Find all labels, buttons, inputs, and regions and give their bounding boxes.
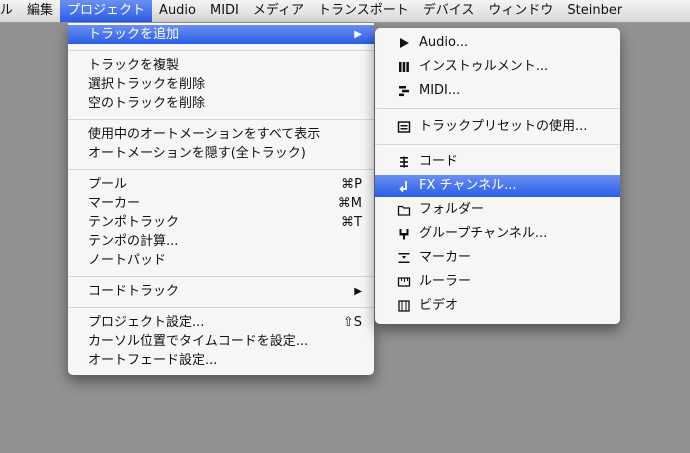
submenu-item-label: インストゥルメント... xyxy=(419,59,549,74)
menubar-item-window[interactable]: ウィンドウ xyxy=(481,0,560,22)
fx-channel-icon xyxy=(399,181,407,193)
submenu-item-label: マーカー xyxy=(419,250,472,265)
menubar-item-devices[interactable]: デバイス xyxy=(416,0,482,22)
menu-item-show-used-automation[interactable]: 使用中のオートメーションをすべて表示 xyxy=(68,125,374,144)
submenu-item-label: フォルダー xyxy=(419,202,485,217)
menu-item-tempo-calculator[interactable]: テンポの計算... xyxy=(68,232,374,251)
menu-bar: ル 編集 プロジェクト Audio MIDI メディア トランスポート デバイス… xyxy=(0,0,690,23)
chord-icon xyxy=(400,156,408,168)
menu-separator xyxy=(68,169,374,170)
submenu-item-label: トラックプリセットの使用... xyxy=(419,119,588,134)
submenu-item-midi[interactable]: MIDI... xyxy=(375,80,620,102)
menubar-item-steinberg[interactable]: Steinber xyxy=(560,0,629,22)
ruler-icon xyxy=(397,277,411,287)
menubar-item-media[interactable]: メディア xyxy=(246,0,311,22)
submenu-item-instrument[interactable]: インストゥルメント... xyxy=(375,56,620,78)
menubar-item-edit[interactable]: 編集 xyxy=(20,0,60,22)
menu-shortcut: ⇧S xyxy=(342,315,362,330)
menu-separator xyxy=(375,108,620,109)
submenu-item-label: コード xyxy=(419,154,459,169)
menu-separator xyxy=(68,276,374,277)
menu-item-tempo-track[interactable]: テンポトラック ⌘T xyxy=(68,213,374,232)
menu-separator xyxy=(68,307,374,308)
submenu-item-marker[interactable]: マーカー xyxy=(375,247,620,269)
menu-item-label: トラックを追加 xyxy=(88,27,180,42)
menu-item-label: プール xyxy=(88,177,128,192)
add-track-submenu: Audio... インストゥルメント... MIDI... トラックプリセットの… xyxy=(375,28,620,324)
menu-item-add-track[interactable]: トラックを追加 ▶ xyxy=(68,25,374,44)
submenu-item-audio[interactable]: Audio... xyxy=(375,32,620,54)
menubar-item-transport[interactable]: トランスポート xyxy=(311,0,416,22)
menubar-item-project[interactable]: プロジェクト xyxy=(60,0,153,22)
submenu-item-label: ビデオ xyxy=(419,298,459,313)
menu-item-set-timecode-at-cursor[interactable]: カーソル位置でタイムコードを設定... xyxy=(68,332,374,351)
submenu-item-label: FX チャンネル... xyxy=(419,178,517,193)
group-channel-icon xyxy=(399,229,409,240)
menubar-item-file[interactable]: ル xyxy=(0,0,20,22)
submenu-arrow-icon: ▶ xyxy=(354,286,362,297)
menubar-item-audio[interactable]: Audio xyxy=(152,0,203,22)
menu-item-hide-automation[interactable]: オートメーションを隠す(全トラック) xyxy=(68,144,374,163)
menu-item-label: コードトラック xyxy=(88,284,180,299)
marker-icon xyxy=(398,253,410,263)
submenu-item-ruler[interactable]: ルーラー xyxy=(375,271,620,293)
menu-separator xyxy=(68,50,374,51)
menu-item-markers[interactable]: マーカー ⌘M xyxy=(68,194,374,213)
submenu-item-chord[interactable]: コード xyxy=(375,151,620,173)
menu-shortcut: ⌘P xyxy=(341,177,362,192)
submenu-item-label: Audio... xyxy=(419,35,469,50)
submenu-arrow-icon: ▶ xyxy=(354,29,362,40)
piano-keys-icon xyxy=(399,62,409,72)
menu-item-remove-selected-tracks[interactable]: 選択トラックを削除 xyxy=(68,75,374,94)
menu-item-project-setup[interactable]: プロジェクト設定... ⇧S xyxy=(68,313,374,332)
submenu-item-group-channel[interactable]: グループチャンネル... xyxy=(375,223,620,245)
play-triangle-icon xyxy=(400,38,409,48)
menu-item-chord-track[interactable]: コードトラック ▶ xyxy=(68,282,374,301)
menu-item-label: テンポトラック xyxy=(88,215,180,230)
menu-item-pool[interactable]: プール ⌘P xyxy=(68,175,374,194)
submenu-item-label: MIDI... xyxy=(419,83,461,98)
submenu-item-folder[interactable]: フォルダー xyxy=(375,199,620,221)
submenu-item-label: ルーラー xyxy=(419,274,472,289)
menu-item-remove-empty-tracks[interactable]: 空のトラックを削除 xyxy=(68,94,374,113)
menu-item-notepad[interactable]: ノートパッド xyxy=(68,251,374,270)
menu-item-duplicate-tracks[interactable]: トラックを複製 xyxy=(68,56,374,75)
folder-icon xyxy=(397,205,411,216)
menu-shortcut: ⌘M xyxy=(337,196,362,211)
submenu-item-label: グループチャンネル... xyxy=(419,226,548,241)
menu-separator xyxy=(68,119,374,120)
menu-item-label: マーカー xyxy=(88,196,141,211)
menubar-item-midi[interactable]: MIDI xyxy=(203,0,246,22)
menu-separator xyxy=(375,144,620,145)
submenu-item-use-track-preset[interactable]: トラックプリセットの使用... xyxy=(375,116,620,138)
preset-list-icon xyxy=(397,121,411,133)
video-icon xyxy=(398,300,410,312)
project-menu: トラックを追加 ▶ トラックを複製 選択トラックを削除 空のトラックを削除 使用… xyxy=(68,23,374,375)
menu-item-auto-fades-settings[interactable]: オートフェード設定... xyxy=(68,351,374,370)
submenu-item-video[interactable]: ビデオ xyxy=(375,295,620,317)
menu-item-label: プロジェクト設定... xyxy=(88,315,205,330)
submenu-item-fx-channel[interactable]: FX チャンネル... xyxy=(375,175,620,197)
midi-bars-icon xyxy=(399,86,409,97)
menu-shortcut: ⌘T xyxy=(341,215,362,230)
